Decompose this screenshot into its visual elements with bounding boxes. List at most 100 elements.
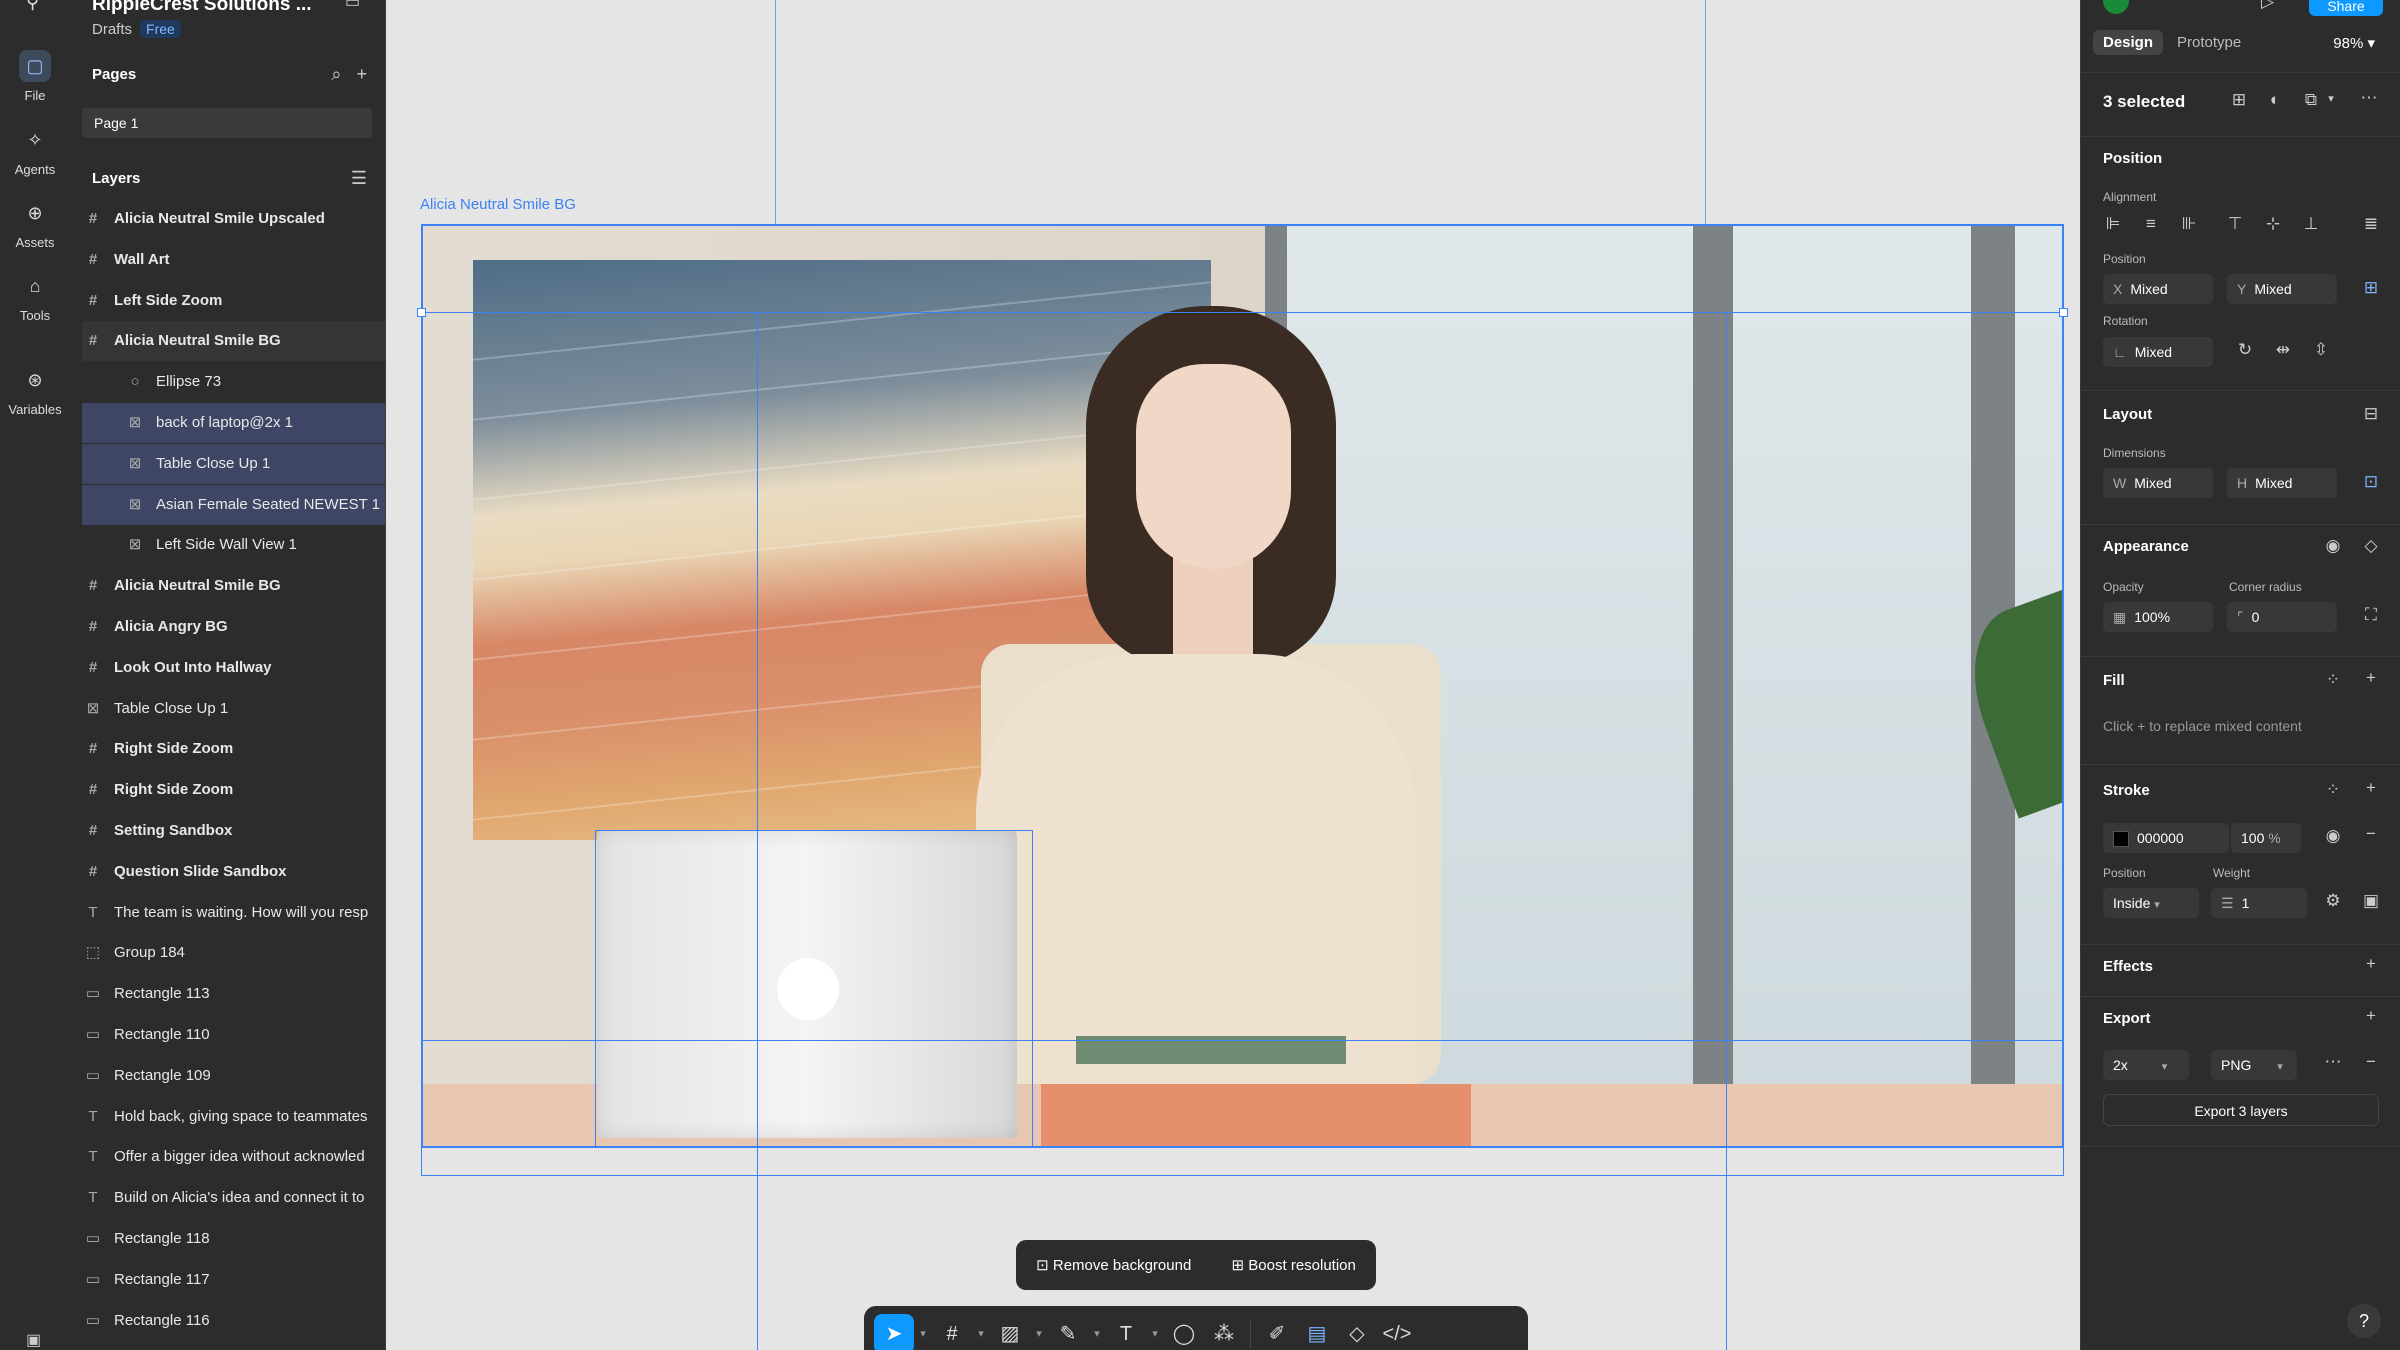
chevron-down-icon[interactable]: ▾ <box>1146 1314 1164 1350</box>
design-mode-icon[interactable]: ▤ <box>1297 1314 1337 1350</box>
styles-icon[interactable]: ⁘ <box>2321 780 2345 800</box>
chevron-down-icon[interactable]: ▾ <box>1088 1314 1106 1350</box>
frame-tool-icon[interactable]: # <box>932 1314 972 1350</box>
layer-row[interactable]: ⊠ Left Side Wall View 1 <box>82 525 385 565</box>
draw-mode-icon[interactable]: ✐ <box>1257 1314 1297 1350</box>
rail-item-agents[interactable]: ✧ Agents <box>0 124 70 177</box>
chevron-down-icon[interactable]: ▾ <box>2319 92 2343 105</box>
layer-row[interactable]: ⬚ Group 184 <box>82 933 385 973</box>
stroke-color-swatch[interactable] <box>2113 831 2129 848</box>
chevron-down-icon[interactable]: ▾ <box>914 1314 932 1350</box>
ellipse-73[interactable] <box>777 958 839 1020</box>
components-tool-icon[interactable]: ⁂ <box>1204 1314 1244 1350</box>
layer-row[interactable]: ▭ Rectangle 118 <box>82 1219 385 1259</box>
layer-row[interactable]: ▭ Rectangle 117 <box>82 1260 385 1300</box>
dev-mode-icon[interactable]: </> <box>1377 1314 1417 1350</box>
align-left-icon[interactable]: ⊫ <box>2101 214 2125 234</box>
canvas[interactable]: Alicia Neutral Smile BG ⊡ Remove backgro… <box>386 0 2079 1350</box>
align-top-icon[interactable]: ⊤ <box>2223 214 2247 234</box>
eye-icon[interactable]: ◉ <box>2321 536 2345 556</box>
lock-ratio-icon[interactable]: ⊡ <box>2359 472 2383 492</box>
layer-row[interactable]: T Build on Alicia's idea and connect it t… <box>82 1178 385 1218</box>
export-scale-select[interactable]: 2x ▾ <box>2103 1050 2189 1080</box>
layer-row[interactable]: ○ Ellipse 73 <box>82 362 385 402</box>
export-format-select[interactable]: PNG ▾ <box>2211 1050 2297 1080</box>
search-icon[interactable]: ⌕ <box>331 64 341 84</box>
stroke-sides-icon[interactable]: ▣ <box>2359 891 2383 911</box>
export-button[interactable]: Export 3 layers <box>2103 1094 2379 1126</box>
stroke-color-input[interactable]: 000000 <box>2103 823 2229 853</box>
flip-vertical-icon[interactable]: ⇳ <box>2309 340 2333 360</box>
menu-icon[interactable]: ⚲ <box>26 0 39 13</box>
image-tool-icon[interactable]: ▨ <box>990 1314 1030 1350</box>
project-title[interactable]: RippleCrest Solutions ... <box>92 0 312 16</box>
layer-row[interactable]: # Alicia Neutral Smile Upscaled <box>82 199 385 239</box>
independent-corners-icon[interactable]: ⛶ <box>2359 605 2383 625</box>
layer-row[interactable]: ▭ Rectangle 113 <box>82 974 385 1014</box>
eye-icon[interactable]: ◉ <box>2321 826 2345 846</box>
width-input[interactable]: W Mixed <box>2103 468 2213 498</box>
x-input[interactable]: X Mixed <box>2103 274 2213 304</box>
layer-row[interactable]: ⊠ Table Close Up 1 <box>82 443 385 484</box>
stroke-opacity-input[interactable]: 100 % <box>2231 823 2301 853</box>
boost-resolution-button[interactable]: ⊞ Boost resolution <box>1232 1256 1356 1274</box>
add-export-icon[interactable]: + <box>2359 1006 2383 1026</box>
opacity-input[interactable]: ▦ 100% <box>2103 602 2213 632</box>
frame-alicia-neutral-smile-bg[interactable] <box>421 224 2064 1148</box>
add-stroke-icon[interactable]: + <box>2359 778 2383 798</box>
tab-prototype[interactable]: Prototype <box>2167 30 2251 55</box>
remove-background-button[interactable]: ⊡ Remove background <box>1036 1256 1191 1274</box>
layer-row[interactable]: ▭ Rectangle 109 <box>82 1056 385 1096</box>
layer-row[interactable]: # Look Out Into Hallway <box>82 648 385 688</box>
add-page-icon[interactable]: + <box>356 64 367 84</box>
constraints-icon[interactable]: ⊞ <box>2359 278 2383 298</box>
back-of-laptop-image[interactable] <box>597 830 1017 1138</box>
align-center-icon[interactable]: ≡ <box>2139 214 2163 234</box>
add-effect-icon[interactable]: + <box>2359 954 2383 974</box>
styles-icon[interactable]: ⁘ <box>2321 670 2345 690</box>
chevron-down-icon[interactable]: ▾ <box>1030 1314 1048 1350</box>
rotation-input[interactable]: ∟ Mixed <box>2103 337 2213 367</box>
pen-tool-icon[interactable]: ✎ <box>1048 1314 1088 1350</box>
rotate-icon[interactable]: ↻ <box>2233 340 2257 360</box>
layer-row[interactable]: # Wall Art <box>82 240 385 280</box>
text-tool-icon[interactable]: T <box>1106 1314 1146 1350</box>
help-icon[interactable]: ? <box>2347 1304 2381 1338</box>
add-fill-icon[interactable]: + <box>2359 668 2383 688</box>
grid-icon[interactable]: ⊞ <box>2227 90 2251 110</box>
more-icon[interactable]: ⋯ <box>2357 88 2381 108</box>
y-input[interactable]: Y Mixed <box>2227 274 2337 304</box>
ai-panel-icon[interactable]: ▣ <box>26 1330 41 1350</box>
avatar[interactable] <box>2103 0 2129 14</box>
layer-row[interactable]: # Right Side Zoom <box>82 729 385 769</box>
layer-row[interactable]: T Hold back, giving space to teammates <box>82 1097 385 1137</box>
layer-row[interactable]: ⊠ back of laptop@2x 1 <box>82 403 385 443</box>
drafts-label[interactable]: Drafts <box>92 21 132 38</box>
layer-row[interactable]: T The team is waiting. How will you resp <box>82 893 385 933</box>
present-icon[interactable]: ▷ <box>2261 0 2274 12</box>
page-item[interactable]: Page 1 <box>82 108 372 138</box>
resize-handle[interactable] <box>2059 308 2068 317</box>
layer-row[interactable]: # Left Side Zoom <box>82 281 385 321</box>
auto-layout-icon[interactable]: ⊟ <box>2359 404 2383 424</box>
chevron-down-icon[interactable]: ▾ <box>972 1314 990 1350</box>
rail-item-tools[interactable]: ⌂ Tools <box>0 270 70 323</box>
frame-label[interactable]: Alicia Neutral Smile BG <box>420 196 576 213</box>
resize-handle[interactable] <box>417 308 426 317</box>
align-bottom-icon[interactable]: ⊥ <box>2299 214 2323 234</box>
layer-row[interactable]: # Setting Sandbox <box>82 811 385 851</box>
align-middle-icon[interactable]: ⊹ <box>2261 214 2285 234</box>
layer-row[interactable]: # Right Side Zoom <box>82 770 385 810</box>
blend-mode-icon[interactable]: ◇ <box>2359 536 2383 556</box>
align-right-icon[interactable]: ⊪ <box>2177 214 2201 234</box>
move-tool-icon[interactable]: ➤ <box>874 1314 914 1350</box>
stroke-settings-icon[interactable]: ⚙ <box>2321 891 2345 911</box>
layer-row[interactable]: T Offer a bigger idea without acknowled <box>82 1137 385 1177</box>
layer-row[interactable]: ▭ Rectangle 110 <box>82 1015 385 1055</box>
layer-row[interactable]: ⊠ Asian Female Seated NEWEST 1 <box>82 484 385 525</box>
layer-row[interactable]: # Alicia Neutral Smile BG <box>82 566 385 606</box>
mask-icon[interactable]: ◐ <box>2263 90 2287 110</box>
comment-tool-icon[interactable]: ◯ <box>1164 1314 1204 1350</box>
rail-item-assets[interactable]: ⊕ Assets <box>0 197 70 250</box>
corner-radius-input[interactable]: ⌜ 0 <box>2227 602 2337 632</box>
